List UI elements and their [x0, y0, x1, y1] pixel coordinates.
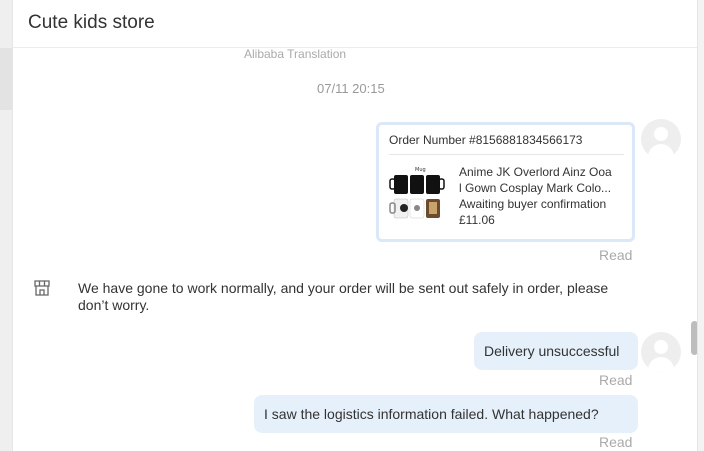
chat-header: Cute kids store — [13, 0, 697, 48]
left-panel-selected-row — [0, 48, 12, 110]
product-thumbnail[interactable]: Mug — [389, 165, 451, 221]
buyer-message-bubble[interactable]: I saw the logistics information failed. … — [254, 395, 638, 433]
chat-window: Cute kids store Alibaba Translation 07/1… — [12, 0, 698, 451]
message-timestamp: 07/11 20:15 — [317, 81, 385, 96]
svg-text:Mug: Mug — [415, 167, 426, 173]
product-title-line2: l Gown Cosplay Mark Colo... — [459, 181, 612, 195]
buyer-message-bubble[interactable]: Delivery unsuccessful — [474, 332, 638, 370]
read-receipt: Read — [599, 434, 633, 450]
order-card[interactable]: Order Number #8156881834566173 Mug Anime… — [376, 122, 635, 242]
left-panel-edge — [0, 0, 12, 451]
message-list[interactable]: Alibaba Translation 07/11 20:15 Order Nu… — [13, 48, 697, 451]
order-status: Awaiting buyer confirmation — [459, 197, 607, 211]
read-receipt: Read — [599, 247, 633, 263]
right-panel-edge — [698, 0, 704, 451]
product-title-line1: Anime JK Overlord Ainz Ooa — [459, 165, 612, 179]
order-divider — [389, 154, 624, 155]
order-info: Anime JK Overlord Ainz Ooa l Gown Cospla… — [459, 164, 629, 228]
store-name-title: Cute kids store — [28, 12, 155, 33]
user-avatar-icon — [641, 119, 681, 159]
order-price: £11.06 — [459, 213, 495, 227]
user-avatar-icon — [641, 332, 681, 372]
seller-message: We have gone to work normally, and your … — [78, 280, 609, 313]
scrollbar-thumb[interactable] — [691, 321, 697, 355]
order-number: Order Number #8156881834566173 — [389, 133, 583, 147]
translation-note: Alibaba Translation — [244, 48, 347, 61]
store-icon — [34, 280, 50, 296]
read-receipt: Read — [599, 372, 633, 388]
